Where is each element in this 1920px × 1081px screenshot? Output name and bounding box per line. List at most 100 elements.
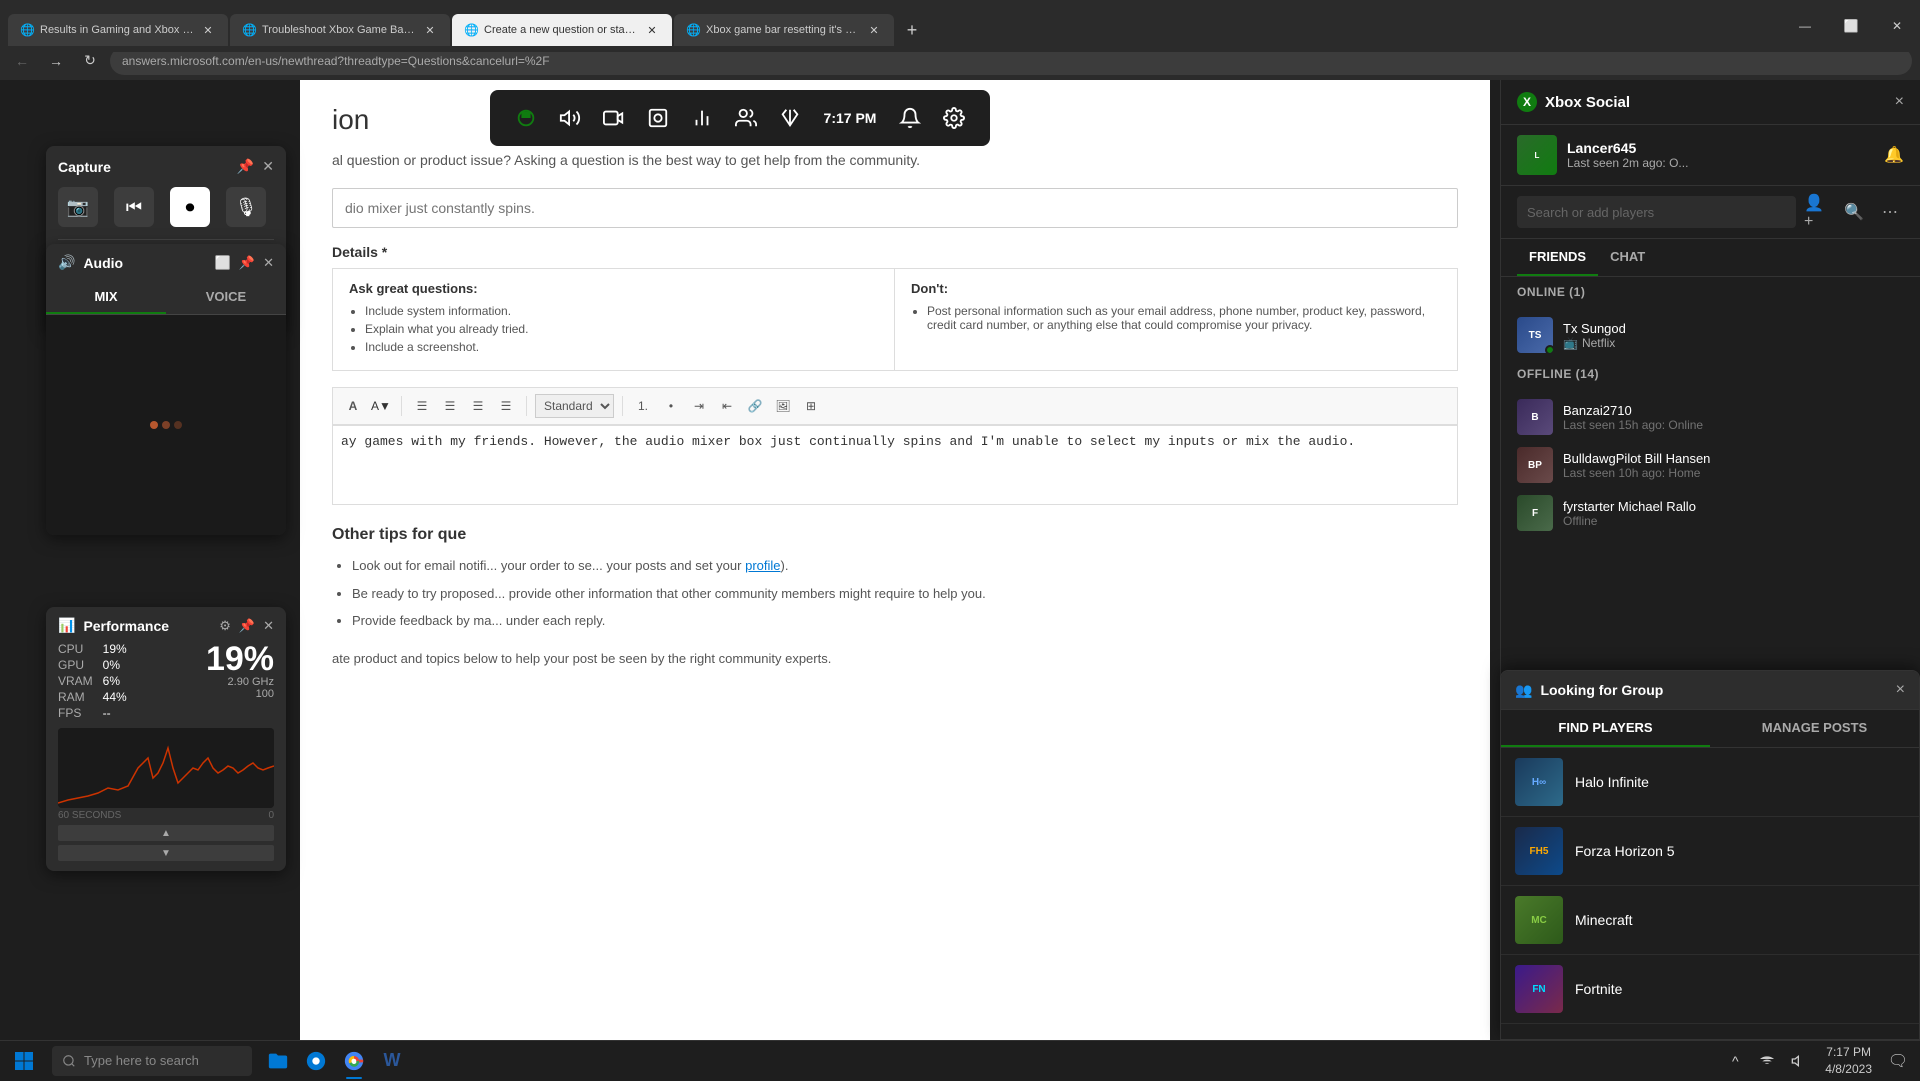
toolbar-align-justify[interactable]: ☰ bbox=[494, 394, 518, 418]
gamebar-screenshot-icon[interactable] bbox=[640, 100, 676, 136]
perf-pin-icon[interactable]: 📌 bbox=[239, 618, 255, 634]
lfg-game-lol[interactable]: LoL League of Legends bbox=[1501, 1024, 1919, 1026]
body-textarea[interactable]: ay games with my friends. However, the a… bbox=[332, 425, 1458, 505]
fyrstarter-name: fyrstarter Michael Rallo bbox=[1563, 499, 1904, 514]
audio-popout-icon[interactable]: ⬜ bbox=[215, 255, 231, 271]
toolbar-ordered-list[interactable]: 1. bbox=[631, 394, 655, 418]
toolbar-align-center[interactable]: ☰ bbox=[438, 394, 462, 418]
tab-troubleshoot[interactable]: 🌐 Troubleshoot Xbox Game Bar on ... ✕ bbox=[230, 14, 450, 46]
start-button[interactable] bbox=[0, 1041, 48, 1081]
toolbar-align-right[interactable]: ☰ bbox=[466, 394, 490, 418]
capture-pin-icon[interactable]: 📌 bbox=[237, 158, 254, 175]
gamebar-notification-icon[interactable] bbox=[892, 100, 928, 136]
network-icon[interactable] bbox=[1753, 1041, 1781, 1081]
audio-pin-icon[interactable]: 📌 bbox=[239, 255, 255, 271]
tab-close-2[interactable]: ✕ bbox=[422, 22, 438, 38]
question-input[interactable] bbox=[332, 188, 1458, 228]
toolbar-link[interactable]: 🔗 bbox=[743, 394, 767, 418]
taskbar-edge-icon[interactable] bbox=[298, 1041, 334, 1081]
taskbar-clock[interactable]: 7:17 PM 4/8/2023 bbox=[1817, 1044, 1880, 1078]
taskbar-explorer-icon[interactable] bbox=[260, 1041, 296, 1081]
system-tray-expand[interactable]: ^ bbox=[1721, 1041, 1749, 1081]
tab-results-gaming[interactable]: 🌐 Results in Gaming and Xbox - M... ✕ bbox=[8, 14, 228, 46]
taskbar-word-icon[interactable]: W bbox=[374, 1041, 410, 1081]
lfg-manage-posts-tab[interactable]: MANAGE POSTS bbox=[1710, 710, 1919, 747]
lfg-close-button[interactable]: × bbox=[1896, 681, 1905, 699]
friend-fyrstarter[interactable]: F fyrstarter Michael Rallo Offline bbox=[1501, 489, 1920, 537]
toolbar-divider-3 bbox=[622, 396, 623, 416]
lfg-game-minecraft[interactable]: MC Minecraft bbox=[1501, 886, 1919, 955]
tab-close-1[interactable]: ✕ bbox=[200, 22, 216, 38]
lfg-game-fortnite[interactable]: FN Fortnite bbox=[1501, 955, 1919, 1024]
record-button[interactable]: ⏺ bbox=[170, 187, 210, 227]
style-select[interactable]: Standard bbox=[535, 394, 614, 418]
lfg-icon: 👥 bbox=[1515, 682, 1532, 699]
toolbar-unordered-list[interactable]: • bbox=[659, 394, 683, 418]
toolbar-font-btn[interactable]: A bbox=[341, 394, 365, 418]
loading-indicator bbox=[150, 421, 182, 429]
tab-favicon-2: 🌐 bbox=[242, 23, 256, 37]
perf-close-icon[interactable]: ✕ bbox=[263, 618, 274, 634]
perf-settings-icon[interactable]: ⚙ bbox=[219, 618, 231, 634]
audio-close-icon[interactable]: ✕ bbox=[263, 255, 274, 271]
toolbar-color-btn[interactable]: A▼ bbox=[369, 394, 393, 418]
gamebar-camera-icon[interactable] bbox=[596, 100, 632, 136]
more-options-icon[interactable]: ⋯ bbox=[1876, 198, 1904, 226]
toolbar-outdent[interactable]: ⇤ bbox=[715, 394, 739, 418]
lfg-find-players-tab[interactable]: FIND PLAYERS bbox=[1501, 710, 1710, 747]
maximize-button[interactable]: ⬜ bbox=[1828, 0, 1874, 52]
notification-bell-icon[interactable]: 🔔 bbox=[1884, 145, 1904, 165]
tab-create-question[interactable]: 🌐 Create a new question or start a ... ✕ bbox=[452, 14, 672, 46]
friend-banzai[interactable]: B Banzai2710 Last seen 15h ago: Online bbox=[1501, 393, 1920, 441]
lfg-game-forza[interactable]: FH5 Forza Horizon 5 bbox=[1501, 817, 1919, 886]
close-button[interactable]: ✕ bbox=[1874, 0, 1920, 52]
add-friend-icon[interactable]: 👤+ bbox=[1804, 198, 1832, 226]
gamebar-chart-icon[interactable] bbox=[684, 100, 720, 136]
halo-thumbnail: H∞ bbox=[1515, 758, 1563, 806]
bulldawg-name: BulldawgPilot Bill Hansen bbox=[1563, 451, 1904, 466]
audio-tab-voice[interactable]: VOICE bbox=[166, 281, 286, 314]
activity-icon: 📺 bbox=[1563, 336, 1578, 350]
search-placeholder: Search or add players bbox=[1527, 205, 1654, 220]
editor-toolbar: A A▼ ☰ ☰ ☰ ☰ Standard 1. • ⇥ ⇤ 🔗 🖼 ⊞ bbox=[332, 387, 1458, 425]
tab-title-2: Troubleshoot Xbox Game Bar on ... bbox=[262, 24, 416, 36]
friends-tab[interactable]: FRIENDS bbox=[1517, 239, 1598, 276]
gamebar-settings-icon[interactable] bbox=[936, 100, 972, 136]
audio-tab-mix[interactable]: MIX bbox=[46, 281, 166, 314]
lfg-header: 👥 Looking for Group × bbox=[1501, 671, 1919, 710]
toolbar-align-left[interactable]: ☰ bbox=[410, 394, 434, 418]
lfg-game-halo[interactable]: H∞ Halo Infinite bbox=[1501, 748, 1919, 817]
screenshot-button[interactable]: 📷 bbox=[58, 187, 98, 227]
capture-close-icon[interactable]: ✕ bbox=[262, 158, 274, 175]
toolbar-table[interactable]: ⊞ bbox=[799, 394, 823, 418]
gamebar-xbox-icon[interactable] bbox=[772, 100, 808, 136]
banzai-info: Banzai2710 Last seen 15h ago: Online bbox=[1563, 403, 1904, 432]
minimize-button[interactable]: — bbox=[1782, 0, 1828, 52]
toolbar-indent[interactable]: ⇥ bbox=[687, 394, 711, 418]
mic-button[interactable]: 🎙 bbox=[226, 187, 266, 227]
gamebar-volume-icon[interactable] bbox=[552, 100, 588, 136]
scroll-up-button[interactable]: ▲ bbox=[58, 825, 274, 841]
taskbar-chrome-icon[interactable] bbox=[336, 1041, 372, 1081]
tab-close-4[interactable]: ✕ bbox=[866, 22, 882, 38]
volume-icon[interactable] bbox=[1785, 1041, 1813, 1081]
file-explorer-icon bbox=[267, 1050, 289, 1072]
gamebar-group-icon[interactable] bbox=[728, 100, 764, 136]
new-tab-button[interactable]: + bbox=[896, 14, 928, 46]
taskbar-search[interactable]: Type here to search bbox=[52, 1046, 252, 1076]
tab-close-3[interactable]: ✕ bbox=[644, 22, 660, 38]
taskbar-time-display: 7:17 PM bbox=[1825, 1044, 1872, 1061]
chat-tab[interactable]: CHAT bbox=[1598, 239, 1657, 276]
taskbar-notification-center[interactable]: 🗨 bbox=[1884, 1041, 1912, 1081]
find-people-icon[interactable]: 🔍 bbox=[1840, 198, 1868, 226]
tab-xbox-gamebar[interactable]: 🌐 Xbox game bar resetting it's vol... ✕ bbox=[674, 14, 894, 46]
record-last-button[interactable]: ⏮ bbox=[114, 187, 154, 227]
scroll-down-button[interactable]: ▼ bbox=[58, 845, 274, 861]
xbox-social-close-button[interactable]: × bbox=[1895, 93, 1904, 111]
friend-tx-sungod[interactable]: TS Tx Sungod 📺 Netflix bbox=[1501, 311, 1920, 359]
gamebar-controller-icon[interactable] bbox=[508, 100, 544, 136]
search-bar[interactable]: Search or add players bbox=[1517, 196, 1796, 228]
profile-link[interactable]: profile bbox=[745, 558, 780, 573]
toolbar-image[interactable]: 🖼 bbox=[771, 394, 795, 418]
friend-bulldawg[interactable]: BP BulldawgPilot Bill Hansen Last seen 1… bbox=[1501, 441, 1920, 489]
